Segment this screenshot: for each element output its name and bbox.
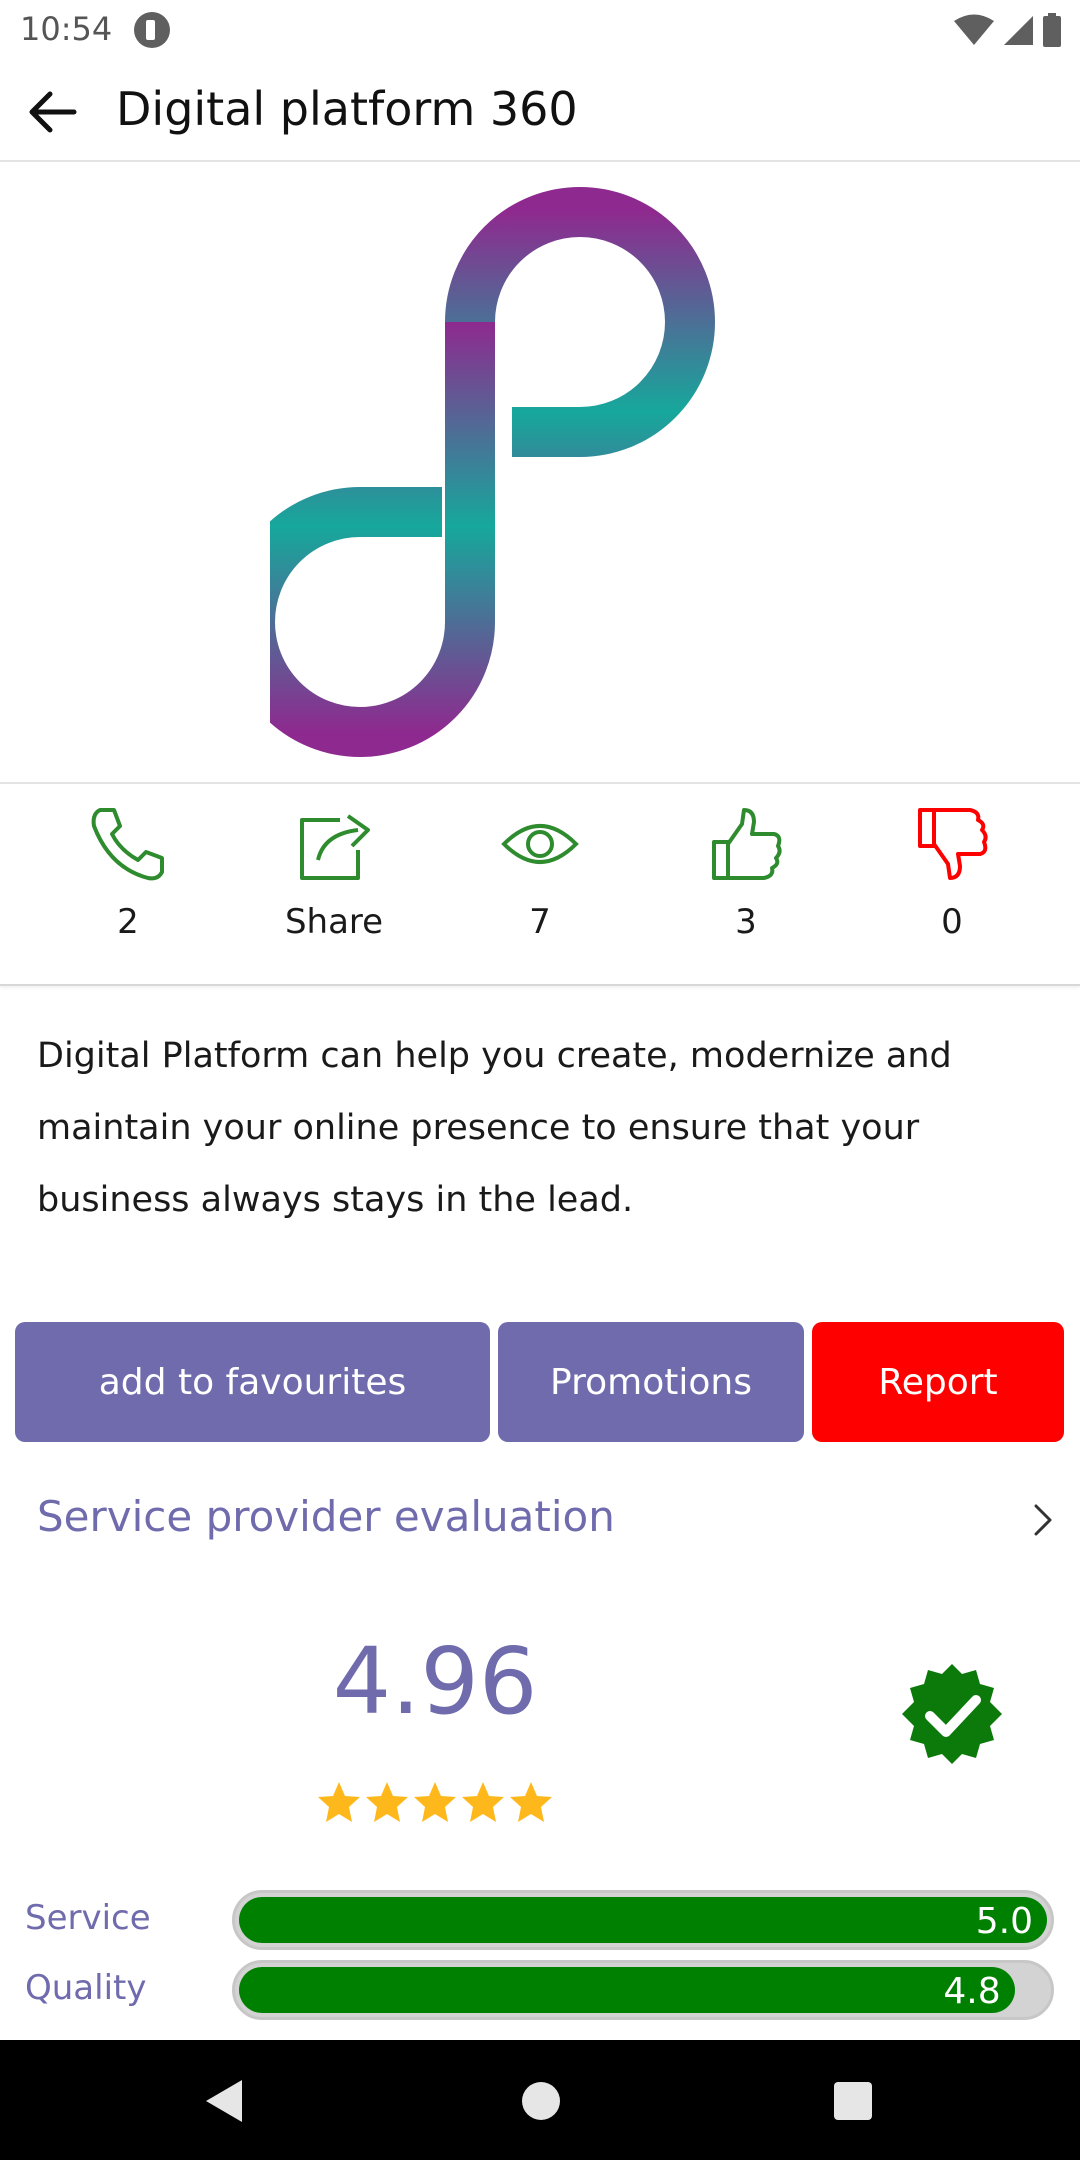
star-icon [462,1782,504,1822]
star-icon [414,1782,456,1822]
status-bar: 10:54 [0,0,1080,60]
thumbs-up-icon [712,808,782,880]
dislike-count: 0 [941,902,963,942]
provider-logo-area [0,162,1080,784]
nav-home-icon[interactable] [522,2082,560,2120]
notification-app-icon [134,12,170,48]
verified-badge-icon [902,1664,1002,1764]
share-icon [300,814,370,880]
provider-description: Digital Platform can help you create, mo… [37,1036,952,1220]
star-icon [318,1782,360,1822]
star-rating [316,1780,554,1830]
rating-value: 4.8 [943,1971,1001,2012]
back-button[interactable] [22,82,82,142]
star-icon [366,1782,408,1822]
phone-icon [91,808,164,881]
rating-row: Service 5.0 [0,1890,1080,1954]
rating-label: Service [25,1898,151,1938]
status-icons [954,12,1062,48]
evaluation-link-label: Service provider evaluation [37,1492,615,1541]
dislike-stat[interactable]: 0 [872,804,1032,974]
thumbs-down-icon [918,808,988,880]
share-stat[interactable]: Share [254,804,414,974]
back-arrow-icon [29,91,77,133]
views-stat: 7 [460,804,620,974]
battery-icon [1043,13,1061,47]
add-to-favourites-button[interactable]: add to favourites [15,1322,490,1442]
nav-recents-icon[interactable] [834,2082,872,2120]
service-provider-evaluation-link[interactable]: Service provider evaluation [0,1480,1080,1560]
like-count: 3 [735,902,757,942]
eye-icon [501,824,579,864]
rating-bar: 5.0 [232,1890,1054,1950]
star-icon [510,1782,552,1822]
cell-signal-icon [1004,16,1033,45]
call-count: 2 [117,902,139,942]
stats-row: 2 Share 7 3 0 [0,786,1080,986]
page-title: Digital platform 360 [116,82,578,136]
rating-bar-fill: 4.8 [239,1967,1015,2013]
views-count: 7 [529,902,551,942]
share-label: Share [284,902,384,942]
nav-back-icon[interactable] [204,2078,244,2124]
like-stat[interactable]: 3 [666,804,826,974]
call-stat[interactable]: 2 [48,804,208,974]
status-time: 10:54 [20,10,113,48]
system-nav-bar [0,2040,1080,2160]
promotions-button[interactable]: Promotions [498,1322,804,1442]
chevron-right-icon [1034,1504,1052,1536]
rating-value: 5.0 [975,1901,1033,1942]
report-button[interactable]: Report [812,1322,1064,1442]
rating-label: Quality [25,1968,147,2008]
provider-logo [270,187,715,757]
overall-score: 4.96 [332,1628,538,1735]
wifi-icon [954,14,994,45]
rating-row: Quality 4.8 [0,1960,1080,2024]
app-bar: Digital platform 360 [0,60,1080,162]
rating-bar: 4.8 [232,1960,1054,2020]
rating-bar-fill: 5.0 [239,1897,1047,1943]
